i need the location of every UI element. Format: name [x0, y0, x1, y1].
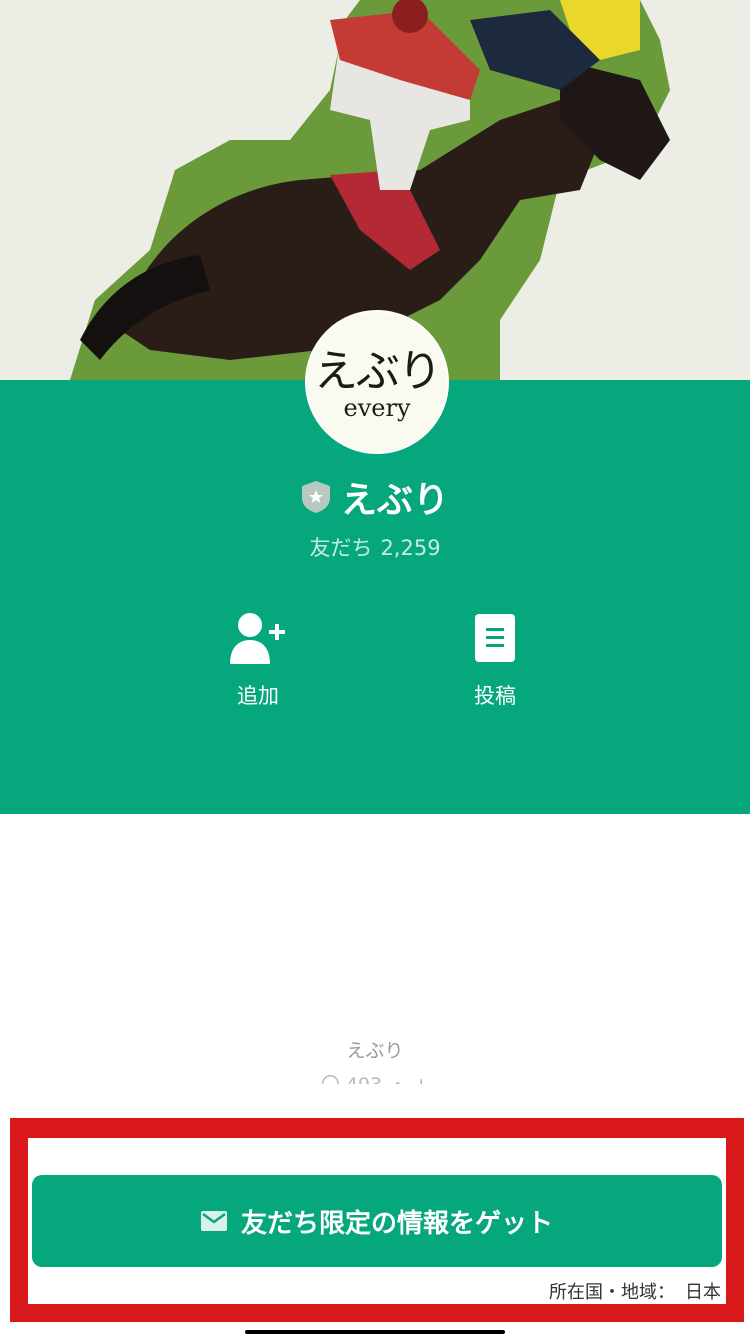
posts-button[interactable]: 投稿 — [435, 612, 555, 710]
account-avatar[interactable]: えぶり every — [305, 310, 449, 454]
location-value: 日本 — [685, 1282, 721, 1303]
shield-star-icon — [301, 481, 330, 513]
location-label: 所在国・地域： — [549, 1282, 675, 1303]
cta-label: 友だち限定の情報をゲット — [240, 1207, 553, 1238]
add-friend-icon — [230, 613, 285, 664]
intro-partial-text: 〇 493 ・ + — [0, 1074, 750, 1084]
add-friend-label: 追加 — [237, 684, 279, 708]
location-info: 所在国・地域： 日本 — [549, 1278, 721, 1304]
add-friend-button[interactable]: 追加 — [198, 612, 318, 710]
home-indicator[interactable] — [245, 1330, 505, 1334]
mail-icon — [200, 1211, 227, 1231]
intro-account-name: えぶり — [346, 1040, 404, 1062]
posts-label: 投稿 — [474, 684, 516, 708]
post-document-icon — [475, 614, 515, 662]
add-friend-cta-button[interactable]: 友だち限定の情報をゲット — [32, 1175, 722, 1267]
friends-count-row: 友だち 2,259 — [0, 532, 750, 562]
avatar-logo-japanese: えぶり — [314, 346, 442, 397]
friends-label: 友だち — [309, 536, 373, 560]
friends-count: 2,259 — [380, 536, 441, 560]
account-name-row: えぶり — [0, 475, 750, 521]
account-name: えぶり — [340, 480, 449, 521]
avatar-logo-english: every — [343, 394, 411, 422]
